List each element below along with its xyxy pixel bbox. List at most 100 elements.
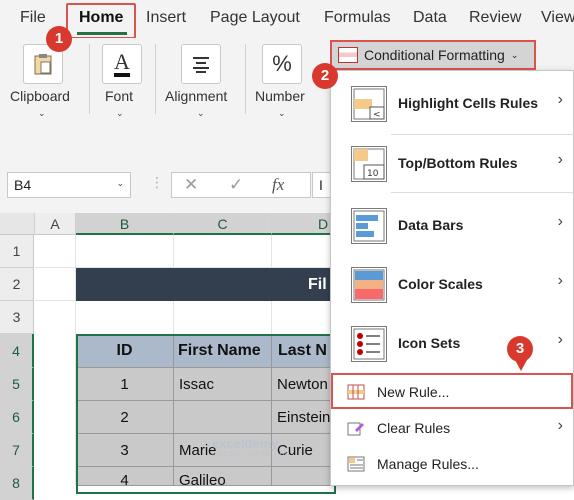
tab-view[interactable]: View — [541, 9, 574, 27]
header-cell-first-name[interactable]: First Name — [174, 334, 272, 368]
table-cell[interactable]: Newton — [272, 368, 332, 401]
number-label: Number — [255, 88, 305, 104]
menu-item-icon-sets[interactable]: Icon Sets › — [331, 315, 574, 374]
menu-label: Clear Rules — [377, 420, 451, 436]
watermark: exceldemy EXCEL · DATA · BI — [212, 436, 288, 458]
banner-text: Fil — [308, 276, 327, 293]
table-cell[interactable]: Galileo — [174, 467, 272, 486]
menu-label: Manage Rules... — [377, 456, 479, 472]
manage-rules-icon — [347, 456, 365, 472]
conditional-formatting-button[interactable]: Conditional Formatting ⌄ — [330, 40, 536, 70]
pointer-arrow-icon — [515, 360, 527, 371]
menu-item-top-bottom-rules[interactable]: 10 Top/Bottom Rules › — [331, 135, 574, 194]
ribbon-tab-bar: File Home Insert Page Layout Formulas Da… — [0, 0, 574, 39]
menu-label: Top/Bottom Rules — [398, 155, 518, 171]
font-label: Font — [105, 88, 134, 104]
menu-item-manage-rules[interactable]: Manage Rules... — [331, 447, 574, 481]
tab-insert[interactable]: Insert — [146, 9, 186, 27]
row-header-5[interactable]: 5 — [0, 368, 34, 401]
home-highlight-box — [66, 3, 136, 39]
table-cell[interactable]: 1 — [76, 368, 174, 401]
table-cell[interactable]: Einstein — [272, 401, 332, 434]
color-scales-icon — [351, 267, 387, 303]
percent-glyph: % — [272, 51, 292, 76]
eraser-icon — [347, 420, 365, 436]
tab-file[interactable]: File — [20, 9, 46, 27]
data-bars-icon — [351, 208, 387, 244]
column-header-b[interactable]: B — [76, 213, 174, 235]
chevron-right-icon: › — [557, 272, 563, 289]
font-glyph: A — [114, 51, 130, 77]
top-bottom-number: 10 — [367, 169, 379, 179]
conditional-formatting-icon — [338, 47, 358, 63]
menu-item-clear-rules[interactable]: Clear Rules › — [331, 411, 574, 445]
chevron-down-icon[interactable]: ⌄ — [116, 178, 124, 189]
row-header-7[interactable]: 7 — [0, 434, 34, 467]
menu-label: Icon Sets — [398, 335, 461, 351]
name-box-value: B4 — [14, 177, 32, 193]
chevron-down-icon[interactable]: ⌄ — [278, 108, 286, 119]
highlight-cells-icon: < — [351, 86, 387, 122]
group-divider — [155, 44, 156, 114]
alignment-label: Alignment — [165, 88, 228, 104]
row-header-8[interactable]: 8 — [0, 467, 34, 500]
row-header-6[interactable]: 6 — [0, 401, 34, 434]
watermark-tagline: EXCEL · DATA · BI — [212, 451, 288, 458]
align-lines-icon[interactable] — [181, 44, 221, 84]
formula-input-value: I — [319, 177, 323, 193]
name-box[interactable]: B4 ⌄ — [7, 172, 131, 198]
header-cell-last-name[interactable]: Last N — [272, 334, 332, 368]
menu-item-data-bars[interactable]: Data Bars › — [331, 197, 574, 256]
table-cell[interactable]: 3 — [76, 434, 174, 467]
tab-data[interactable]: Data — [413, 9, 447, 27]
menu-label: Color Scales — [398, 276, 483, 292]
menu-item-highlight-cells-rules[interactable]: < Highlight Cells Rules › — [331, 75, 574, 134]
chevron-down-icon: ⌄ — [510, 49, 519, 60]
new-rule-highlight-box — [331, 373, 573, 409]
tab-review[interactable]: Review — [469, 9, 521, 27]
menu-divider — [391, 192, 574, 193]
group-divider — [245, 44, 246, 114]
table-cell[interactable]: Issac — [174, 368, 272, 401]
step-badge-1: 1 — [46, 26, 72, 52]
chevron-right-icon: › — [557, 151, 563, 168]
header-cell-id[interactable]: ID — [76, 334, 174, 368]
chevron-down-icon[interactable]: ⌄ — [197, 108, 205, 119]
chevron-down-icon[interactable]: ⌄ — [38, 108, 46, 119]
watermark-name: exceldemy — [212, 436, 279, 451]
row-header-4[interactable]: 4 — [0, 334, 34, 368]
chevron-right-icon: › — [557, 331, 563, 348]
table-cell[interactable] — [174, 401, 272, 434]
clipboard-label: Clipboard — [10, 88, 70, 104]
step-badge-3: 3 — [507, 336, 533, 362]
menu-label: Highlight Cells Rules — [398, 95, 539, 111]
font-color-icon[interactable]: A — [102, 44, 142, 84]
menu-label: Data Bars — [398, 217, 464, 233]
more-dots-icon: ⋮ — [150, 174, 164, 190]
chevron-down-icon[interactable]: ⌄ — [116, 108, 124, 119]
row-header-3[interactable]: 3 — [0, 301, 34, 334]
tab-page-layout[interactable]: Page Layout — [210, 9, 300, 27]
title-banner: Fil — [76, 268, 336, 301]
svg-text:<: < — [373, 110, 381, 120]
percent-icon[interactable]: % — [262, 44, 302, 84]
step-badge-2: 2 — [312, 63, 338, 89]
table-cell[interactable]: 4 — [76, 467, 174, 486]
confirm-icon[interactable]: ✓ — [229, 175, 243, 195]
table-cell[interactable]: 2 — [76, 401, 174, 434]
row-header-1[interactable]: 1 — [0, 235, 34, 268]
cancel-icon[interactable]: ✕ — [184, 175, 198, 195]
chevron-right-icon: › — [557, 91, 563, 108]
top-bottom-icon: 10 — [351, 146, 387, 182]
table-cell[interactable] — [272, 467, 332, 486]
chevron-right-icon: › — [557, 213, 563, 230]
column-header-c[interactable]: C — [174, 213, 272, 235]
menu-item-color-scales[interactable]: Color Scales › — [331, 256, 574, 315]
select-all-corner[interactable] — [0, 213, 35, 235]
insert-function-icon[interactable]: fx — [272, 175, 284, 195]
tab-formulas[interactable]: Formulas — [324, 9, 391, 27]
row-header-2[interactable]: 2 — [0, 268, 34, 301]
conditional-formatting-menu: < Highlight Cells Rules › 10 Top/Bottom … — [330, 70, 574, 486]
column-header-a[interactable]: A — [35, 213, 76, 235]
icon-sets-icon — [351, 326, 387, 362]
